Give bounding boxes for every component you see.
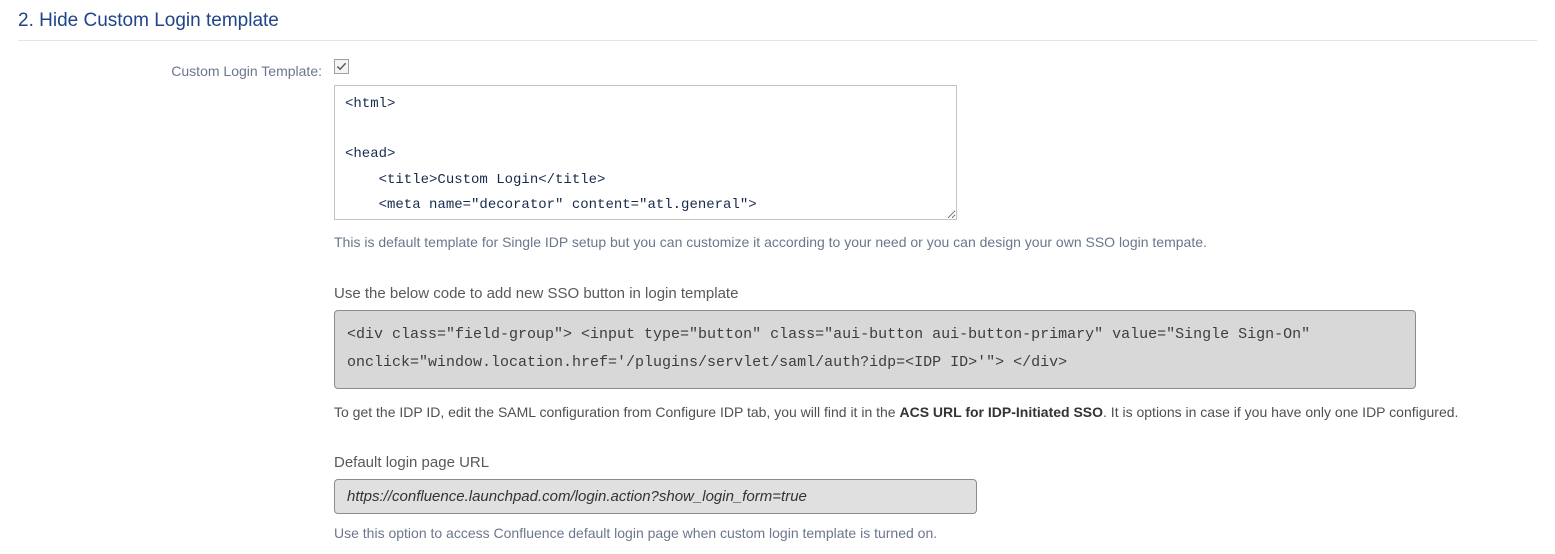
custom-login-template-textarea[interactable] — [334, 85, 957, 220]
checkmark-icon — [336, 61, 347, 72]
idp-id-note: To get the IDP ID, edit the SAML configu… — [334, 403, 1537, 423]
sso-button-code-label: Use the below code to add new SSO button… — [334, 285, 1537, 302]
custom-login-template-row: Custom Login Template: This is default t… — [18, 59, 1537, 544]
idp-note-bold: ACS URL for IDP-Initiated SSO — [899, 404, 1103, 420]
default-login-url-box: https://confluence.launchpad.com/login.a… — [334, 479, 977, 514]
idp-note-after: . It is options in case if you have only… — [1103, 404, 1458, 420]
custom-login-template-label: Custom Login Template: — [171, 63, 322, 79]
custom-login-template-checkbox[interactable] — [334, 59, 349, 74]
template-help-text: This is default template for Single IDP … — [334, 233, 1537, 253]
default-login-url-help: Use this option to access Confluence def… — [334, 524, 1537, 544]
section-heading: 2. Hide Custom Login template — [18, 10, 1537, 41]
idp-note-before: To get the IDP ID, edit the SAML configu… — [334, 404, 899, 420]
sso-button-code-block: <div class="field-group"> <input type="b… — [334, 310, 1416, 389]
default-login-url-label: Default login page URL — [334, 454, 1537, 471]
